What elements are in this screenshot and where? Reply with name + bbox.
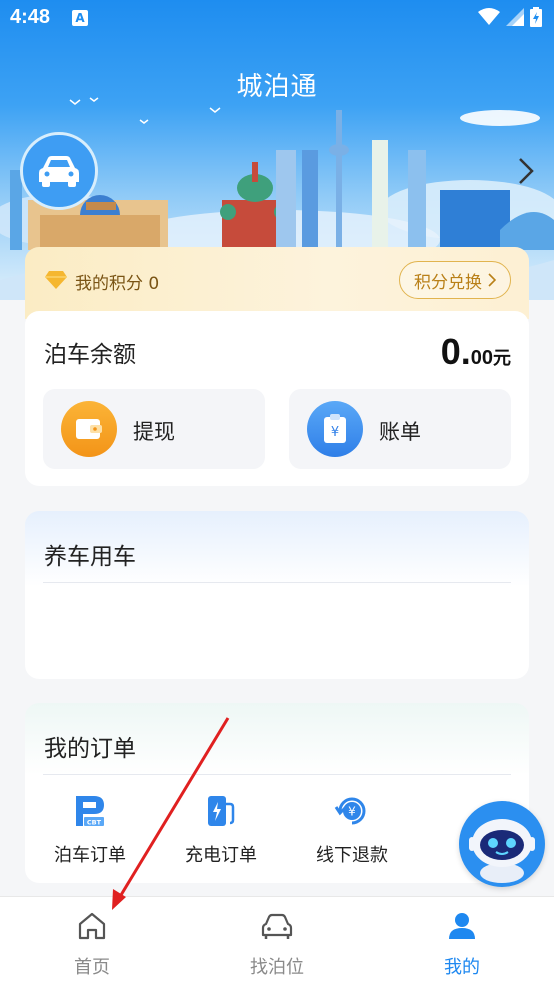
status-bar: 4:48 A [0,0,554,38]
car-avatar-icon [39,156,79,187]
points-bar: 我的积分 0 积分兑换 [25,247,529,319]
points-exchange-button[interactable]: 积分兑换 [399,261,511,299]
user-icon [449,913,475,939]
charging-order-label: 充电订单 [185,845,257,866]
charging-order-icon [201,791,241,831]
robot-icon [469,819,535,883]
bill-button[interactable]: ¥ 账单 [289,389,511,469]
orders-card: 我的订单 CBT 泊车订单 充电订单 ¥ 线下退款 [25,703,529,883]
offline-refund-button[interactable]: ¥ 线下退款 [302,791,402,867]
balance-card: 泊车余额 0.00元 提现 ¥ 账单 [25,311,529,486]
offline-refund-label: 线下退款 [316,845,388,866]
nav-label-mine: 我的 [444,957,480,978]
bill-label: 账单 [379,420,421,444]
withdraw-button[interactable]: 提现 [43,389,265,469]
nav-label-find-parking: 找泊位 [250,957,304,978]
status-time: 4:48 [10,6,51,28]
balance-title: 泊车余额 [44,342,136,368]
notification-icon: A [72,10,88,26]
points-exchange-label: 积分兑换 [414,272,482,293]
wifi-icon [478,8,500,25]
points-label: 我的积分 0 [75,274,160,294]
chevron-right-icon [488,273,496,287]
assistant-robot-button[interactable] [459,801,545,887]
svg-text:CBT: CBT [87,819,102,827]
avatar[interactable] [20,132,98,210]
chevron-right-icon[interactable] [514,156,538,186]
home-icon [78,912,106,940]
page-title: 城泊通 [236,72,318,102]
nav-item-find-parking[interactable]: 找泊位 [217,909,337,979]
nav-item-mine[interactable]: 我的 [402,909,522,979]
refund-icon: ¥ [332,791,372,831]
car-care-card: 养车用车 [25,511,529,679]
divider [43,582,511,583]
nav-item-home[interactable]: 首页 [32,909,152,979]
nav-label-home: 首页 [74,957,110,978]
divider [43,774,511,775]
car-icon [261,913,293,939]
orders-title: 我的订单 [44,736,136,762]
balance-amount-integer: 0. [440,331,471,372]
car-care-title: 养车用车 [44,544,136,570]
parking-order-button[interactable]: CBT 泊车订单 [40,791,140,867]
balance-amount-unit: 元 [493,348,511,369]
withdraw-label: 提现 [133,420,175,444]
diamond-icon [45,271,67,289]
bill-icon: ¥ [307,401,363,457]
balance-amount: 0.00元 [441,331,511,373]
battery-icon [530,7,542,27]
parking-order-label: 泊车订单 [54,845,126,866]
signal-icon [506,8,524,26]
balance-amount-decimal: 00 [470,347,493,369]
bottom-nav: 首页 找泊位 我的 [0,896,554,984]
svg-text:¥: ¥ [348,805,356,819]
charging-order-button[interactable]: 充电订单 [171,791,271,867]
wallet-icon [61,401,117,457]
parking-order-icon: CBT [70,791,110,831]
svg-text:¥: ¥ [331,425,339,440]
status-icons [478,7,542,27]
